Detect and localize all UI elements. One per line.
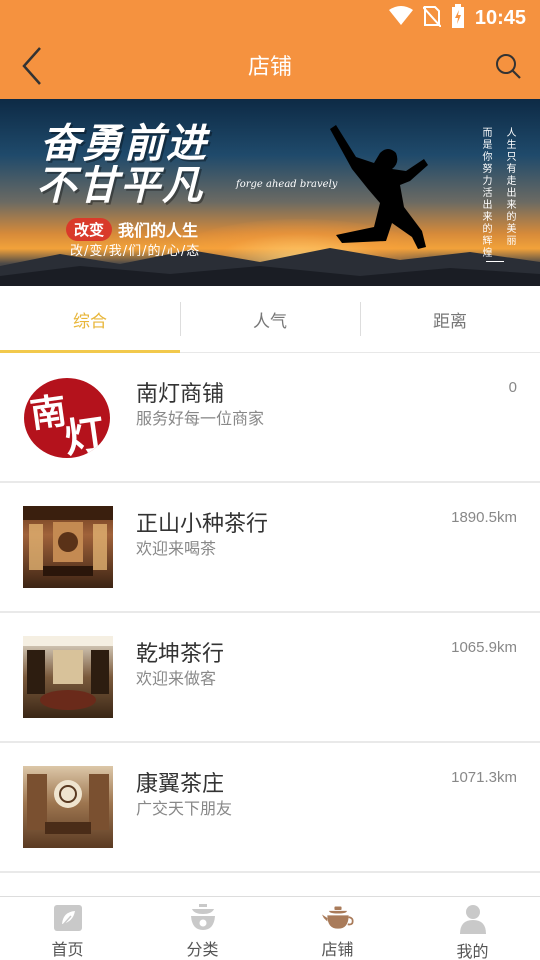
tea-room-image — [23, 636, 113, 718]
page-title: 店铺 — [247, 55, 292, 80]
shop-logo-text-2: 灯 — [61, 410, 108, 458]
shop-thumbnail — [23, 766, 113, 848]
tea-room-image — [23, 766, 113, 848]
shop-distance: 1071.3km — [451, 769, 517, 786]
shop-description: 欢迎来喝茶 — [136, 539, 217, 558]
banner-subslogan: 改/变/我/们/的/心/态 — [70, 244, 201, 259]
bottom-navigation: 首页 分类 店铺 我的 — [0, 896, 540, 960]
tab-divider — [180, 302, 181, 336]
tab-label: 距离 — [433, 311, 467, 332]
shop-name: 南灯商铺 — [136, 382, 225, 407]
shop-name: 康翼茶庄 — [136, 772, 225, 797]
shop-thumbnail — [23, 636, 113, 718]
nav-label: 店铺 — [321, 940, 354, 959]
banner-slogan-pill: 改变 — [66, 217, 113, 241]
banner-decor-line — [486, 261, 504, 265]
shop-distance: 1065.9km — [451, 639, 517, 656]
tab-label: 综合 — [73, 311, 107, 332]
nav-label: 首页 — [51, 940, 84, 959]
app-screen: 10:45 店铺 奋勇前进 不甘平凡 forge ahead bravely 改… — [0, 0, 540, 960]
nav-home[interactable]: 首页 — [0, 897, 135, 960]
search-button[interactable] — [488, 48, 528, 88]
wifi-icon — [388, 6, 413, 30]
banner-headline: 奋勇前进 不甘平凡 — [36, 120, 280, 207]
shop-description: 服务好每一位商家 — [136, 409, 265, 428]
top-app-bar: 店铺 — [0, 36, 540, 99]
nav-label: 我的 — [456, 942, 489, 960]
shop-name: 正山小种茶行 — [136, 512, 269, 537]
nav-label: 分类 — [186, 940, 219, 959]
teapot-icon — [321, 904, 354, 932]
shop-thumbnail — [23, 506, 113, 588]
shop-list: 南 灯 南灯商铺 服务好每一位商家 0 正山小种茶行 欢迎来喝茶 1890.5k… — [0, 353, 540, 873]
tab-divider — [360, 302, 361, 336]
banner-headline-line1: 奋勇前进 — [40, 120, 208, 167]
home-icon — [52, 904, 84, 932]
user-icon — [457, 904, 489, 934]
nav-shops[interactable]: 店铺 — [270, 897, 405, 960]
banner-vertical-text-2: 人生只有走出来的美丽 — [504, 127, 515, 247]
no-sim-icon — [422, 5, 442, 31]
shop-description: 广交天下朋友 — [136, 799, 233, 818]
status-time: 10:45 — [474, 6, 526, 29]
promo-banner[interactable]: 奋勇前进 不甘平凡 forge ahead bravely 改变 我们的人生 改… — [0, 99, 540, 286]
banner-vertical-text-1: 而是你努力活出来的辉煌 — [480, 127, 491, 259]
banner-slogan: 改变 我们的人生 — [66, 217, 198, 241]
shop-list-item[interactable]: 乾坤茶行 欢迎来做客 1065.9km — [0, 613, 540, 743]
battery-charging-icon — [451, 4, 465, 32]
jumping-person-silhouette — [330, 125, 428, 249]
shop-logo-circle: 南 灯 — [24, 378, 110, 458]
search-icon — [494, 52, 522, 84]
category-icon — [187, 904, 219, 932]
banner-slogan-rest: 我们的人生 — [118, 221, 199, 240]
tab-distance[interactable]: 距离 — [360, 286, 540, 352]
tab-comprehensive[interactable]: 综合 — [0, 286, 180, 353]
shop-list-item[interactable]: 康翼茶庄 广交天下朋友 1071.3km — [0, 743, 540, 873]
tea-room-image — [23, 506, 113, 588]
shop-name: 乾坤茶行 — [136, 642, 225, 667]
shop-distance: 1890.5km — [451, 509, 517, 526]
shop-list-item[interactable]: 正山小种茶行 欢迎来喝茶 1890.5km — [0, 483, 540, 613]
shop-logo: 南 灯 — [23, 376, 113, 458]
nav-profile[interactable]: 我的 — [405, 897, 540, 960]
shop-description: 欢迎来做客 — [136, 669, 217, 688]
tab-label: 人气 — [253, 311, 287, 332]
tab-popularity[interactable]: 人气 — [180, 286, 360, 352]
shop-list-item[interactable]: 南 灯 南灯商铺 服务好每一位商家 0 — [0, 353, 540, 483]
sort-tabs: 综合 人气 距离 — [0, 286, 540, 353]
status-bar: 10:45 — [0, 0, 540, 36]
nav-category[interactable]: 分类 — [135, 897, 270, 960]
shop-distance: 0 — [508, 379, 517, 396]
